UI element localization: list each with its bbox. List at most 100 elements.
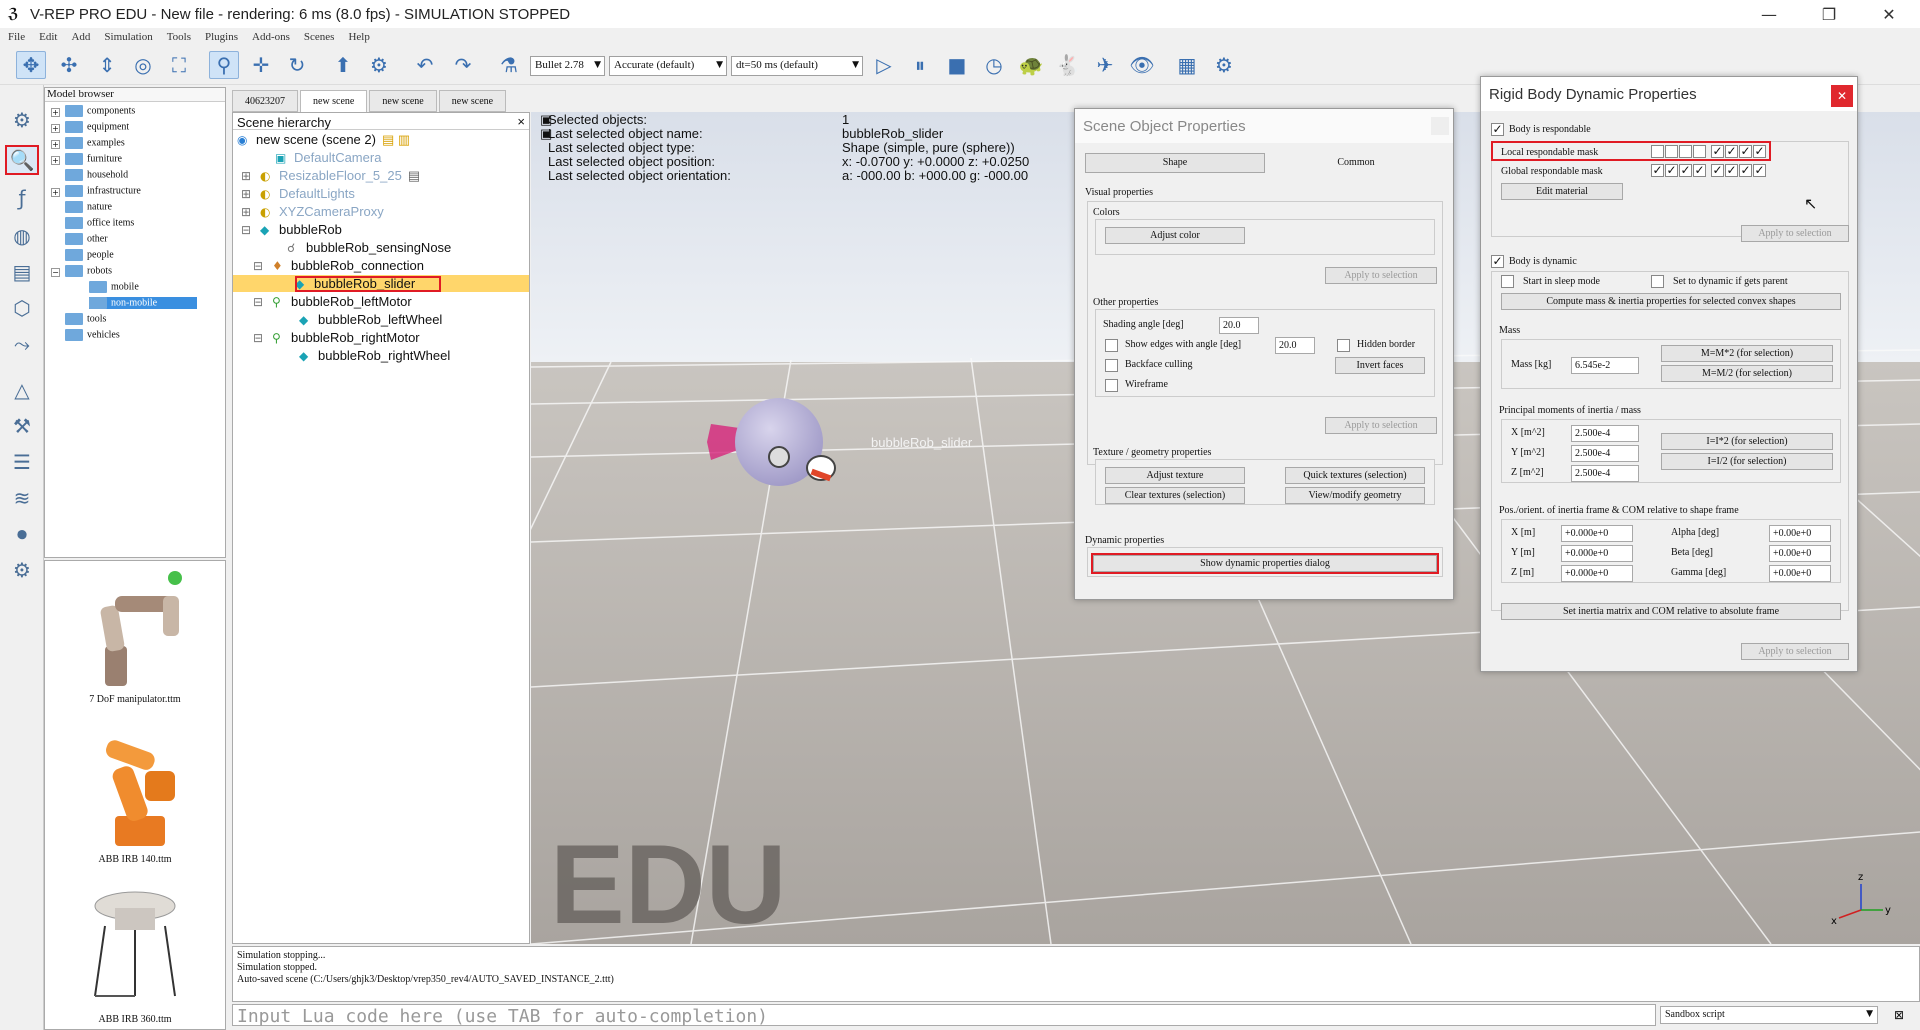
folder-robots[interactable]: robots <box>65 265 112 277</box>
invert-faces-button[interactable]: Invert faces <box>1335 357 1425 374</box>
collapse-icon[interactable]: − <box>51 268 60 277</box>
inertia-z-input[interactable]: 2.500e-4 <box>1571 465 1639 482</box>
hier-default-camera[interactable]: ▣ DefaultCamera <box>275 149 381 166</box>
expand-icon[interactable]: + <box>51 156 60 165</box>
object-rotate-icon[interactable]: ↻ <box>282 51 312 79</box>
menu-add[interactable]: Add <box>71 31 90 43</box>
respondable-checkbox[interactable]: ✓ <box>1491 123 1504 136</box>
dynamic-checkbox[interactable]: ✓ <box>1491 255 1504 268</box>
calculation-modules-icon[interactable]: ◍ <box>5 221 39 251</box>
set-dynamic-checkbox[interactable] <box>1651 275 1664 288</box>
thumb-7dof[interactable]: 7 DoF manipulator.ttm <box>65 566 205 705</box>
hier-root[interactable]: ◉ new scene (scene 2) ▤ ▥ <box>237 131 410 148</box>
folder-furniture[interactable]: furniture <box>65 153 122 165</box>
threaded-rendering-icon[interactable]: ✈ <box>1090 51 1120 79</box>
accuracy-select[interactable]: Accurate (default) ▼ <box>609 56 727 76</box>
script-icon[interactable]: ƒ <box>5 183 39 213</box>
folder-equipment[interactable]: equipment <box>65 121 129 133</box>
global-mask-bit-7[interactable]: ✓ <box>1739 164 1752 177</box>
thumb-abb-360[interactable]: ABB IRB 360.ttm <box>65 886 205 1025</box>
visualization-toggle-icon[interactable]: 👁 <box>1127 51 1157 79</box>
camera-pan-icon[interactable]: ✥ <box>16 51 46 79</box>
close-console-icon[interactable]: ⊠ <box>1894 1008 1904 1022</box>
model-browser-toggle-icon[interactable]: 🔍 <box>5 145 39 175</box>
user-settings-icon[interactable]: ⚙ <box>5 555 39 585</box>
wireframe-checkbox[interactable] <box>1105 379 1118 392</box>
layers-toggle-icon[interactable]: ≋ <box>5 483 39 513</box>
realtime-icon[interactable]: ◷ <box>979 51 1009 79</box>
path-edit-icon[interactable]: ⤳ <box>5 329 39 359</box>
close-rigid-dialog-button[interactable]: ✕ <box>1831 85 1853 107</box>
folder-infrastructure[interactable]: infrastructure <box>65 185 141 197</box>
folder-non-mobile[interactable]: non-mobile <box>89 297 198 309</box>
adjust-texture-button[interactable]: Adjust texture <box>1105 467 1245 484</box>
tab-common[interactable]: Common <box>1267 153 1445 173</box>
pause-icon[interactable]: ⏸ <box>905 51 935 79</box>
hier-bubblerob[interactable]: ⊟ ◆ bubbleRob <box>241 221 342 238</box>
close-hierarchy-button[interactable]: × <box>517 114 525 129</box>
page-icon[interactable]: ▤ <box>5 257 39 287</box>
physics-engine-select[interactable]: Bullet 2.78 ▼ <box>530 56 605 76</box>
folder-examples[interactable]: examples <box>65 137 125 149</box>
menu-tools[interactable]: Tools <box>167 31 191 43</box>
edit-material-button[interactable]: Edit material <box>1501 183 1623 200</box>
tab-scene-1[interactable]: 40623207 <box>232 90 298 112</box>
edges-angle-input[interactable]: 20.0 <box>1275 337 1315 354</box>
quick-textures-button[interactable]: Quick textures (selection) <box>1285 467 1425 484</box>
expand-icon[interactable]: + <box>51 188 60 197</box>
minimize-button[interactable]: — <box>1740 0 1798 28</box>
pos-z-input[interactable]: +0.000e+0 <box>1561 565 1633 582</box>
object-shift-icon[interactable]: ✛ <box>246 51 276 79</box>
stop-icon[interactable]: ■ <box>942 51 972 79</box>
mass-half-button[interactable]: M=M/2 (for selection) <box>1661 365 1833 382</box>
tab-scene-3[interactable]: new scene <box>369 90 437 112</box>
folder-tools[interactable]: tools <box>65 313 106 325</box>
restore-button[interactable]: ❐ <box>1800 0 1858 28</box>
hier-default-lights[interactable]: ⊞ ◐ DefaultLights <box>241 185 355 202</box>
backface-culling-checkbox[interactable] <box>1105 359 1118 372</box>
hier-right-motor[interactable]: ⊟ ⚲ bubbleRob_rightMotor <box>253 329 420 346</box>
scene-hierarchy-toggle-icon[interactable]: ☰ <box>5 447 39 477</box>
thumb-abb-140[interactable]: ABB IRB 140.ttm <box>65 726 205 865</box>
clear-textures-button[interactable]: Clear textures (selection) <box>1105 487 1245 504</box>
folder-components[interactable]: components <box>65 105 135 117</box>
menu-edit[interactable]: Edit <box>39 31 57 43</box>
scene-page-icon[interactable]: ▦ <box>1172 51 1202 79</box>
speed-up-icon[interactable]: 🐇 <box>1053 51 1083 79</box>
video-recorder-icon[interactable]: ⏺ <box>5 519 39 549</box>
lua-command-input[interactable]: Input Lua code here (use TAB for auto-co… <box>232 1004 1656 1027</box>
menu-addons[interactable]: Add-ons <box>252 31 290 43</box>
slow-down-icon[interactable]: 🐢 <box>1016 51 1046 79</box>
pos-x-input[interactable]: +0.000e+0 <box>1561 525 1633 542</box>
menu-help[interactable]: Help <box>348 31 369 43</box>
expand-icon[interactable]: + <box>51 108 60 117</box>
apply-other-button[interactable]: Apply to selection <box>1325 417 1437 434</box>
script-select[interactable]: Sandbox script ▼ <box>1660 1006 1878 1024</box>
camera-rotate-icon[interactable]: ✣ <box>54 51 84 79</box>
menu-plugins[interactable]: Plugins <box>205 31 238 43</box>
alpha-input[interactable]: +0.00e+0 <box>1769 525 1831 542</box>
global-mask-bit-1[interactable]: ✓ <box>1651 164 1664 177</box>
menu-simulation[interactable]: Simulation <box>104 31 152 43</box>
global-mask-bit-3[interactable]: ✓ <box>1679 164 1692 177</box>
hidden-border-checkbox[interactable] <box>1337 339 1350 352</box>
hier-left-wheel[interactable]: ◆ bubbleRob_leftWheel <box>299 311 442 328</box>
tab-scene-4[interactable]: new scene <box>438 90 507 112</box>
pos-y-input[interactable]: +0.000e+0 <box>1561 545 1633 562</box>
redo-icon[interactable]: ↷ <box>448 51 478 79</box>
apply-respondable-button[interactable]: Apply to selection <box>1741 225 1849 242</box>
folder-household[interactable]: household <box>65 169 128 181</box>
folder-other[interactable]: other <box>65 233 108 245</box>
hier-floor[interactable]: ⊞ ◐ ResizableFloor_5_25 ▤ <box>241 167 420 184</box>
show-edges-checkbox[interactable] <box>1105 339 1118 352</box>
inertia-x-input[interactable]: 2.500e-4 <box>1571 425 1639 442</box>
shading-angle-input[interactable]: 20.0 <box>1219 317 1259 334</box>
menu-file[interactable]: File <box>8 31 25 43</box>
global-mask-bit-6[interactable]: ✓ <box>1725 164 1738 177</box>
assemble-icon[interactable]: ⬆ <box>328 51 358 79</box>
global-mask-bit-8[interactable]: ✓ <box>1753 164 1766 177</box>
inertia-y-input[interactable]: 2.500e-4 <box>1571 445 1639 462</box>
inertia-half-button[interactable]: I=I/2 (for selection) <box>1661 453 1833 470</box>
expand-icon[interactable]: + <box>51 140 60 149</box>
global-mask-bit-4[interactable]: ✓ <box>1693 164 1706 177</box>
